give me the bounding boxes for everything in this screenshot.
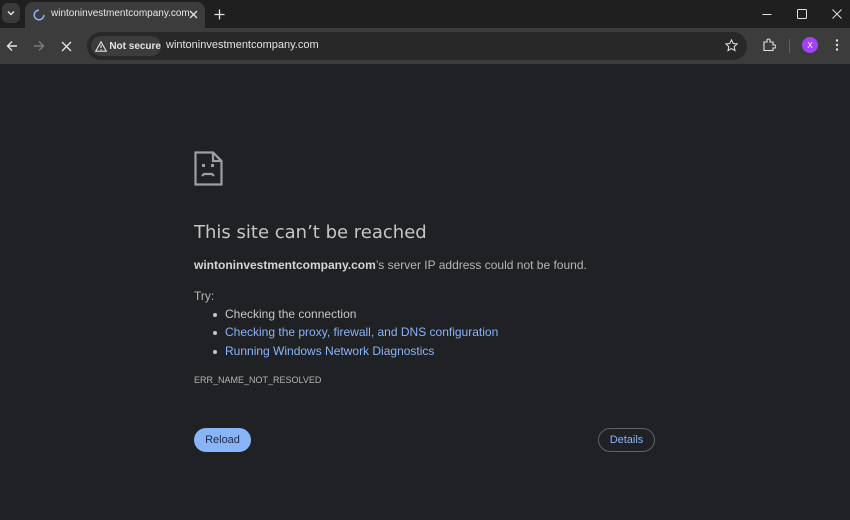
browser-menu-button[interactable] <box>829 36 845 54</box>
maximize-button[interactable] <box>792 4 812 24</box>
tab-search-button[interactable] <box>2 3 20 23</box>
suggestion-item[interactable]: Running Windows Network Diagnostics <box>213 344 434 358</box>
close-icon <box>61 41 71 51</box>
details-button[interactable]: Details <box>598 428 655 452</box>
puzzle-icon <box>763 38 776 52</box>
suggestion-proxy-link[interactable]: Checking the proxy, firewall, and DNS co… <box>225 325 498 339</box>
tab-close-button[interactable] <box>185 6 201 22</box>
try-label: Try: <box>194 289 215 303</box>
new-tab-button[interactable] <box>210 5 228 23</box>
minimize-button[interactable] <box>757 4 777 24</box>
error-heading: This site can’t be reached <box>194 222 427 243</box>
loading-spinner-icon <box>33 9 45 21</box>
close-icon <box>189 10 197 18</box>
suggestion-item: Checking the connection <box>213 307 356 321</box>
address-bar[interactable]: Not secure wintoninvestmentcompany.com <box>87 32 747 60</box>
suggestion-check-connection: Checking the connection <box>225 307 357 321</box>
arrow-left-icon <box>6 41 17 51</box>
extensions-button[interactable] <box>760 36 778 54</box>
arrow-right-icon <box>34 41 45 51</box>
bullet <box>213 349 217 354</box>
sad-file-icon <box>194 151 223 186</box>
more-vert-icon <box>835 39 839 51</box>
star-icon <box>724 38 738 52</box>
bookmark-button[interactable] <box>722 36 740 54</box>
bullet <box>213 312 217 317</box>
suggestion-diagnostics-link[interactable]: Running Windows Network Diagnostics <box>225 344 434 358</box>
suggestion-item[interactable]: Checking the proxy, firewall, and DNS co… <box>213 325 498 339</box>
window-close-button[interactable] <box>827 4 847 24</box>
error-code: ERR_NAME_NOT_RESOLVED <box>194 375 322 385</box>
error-summary: wintoninvestmentcompany.com’s server IP … <box>194 258 587 272</box>
plus-icon <box>214 9 224 19</box>
tab-title: wintoninvestmentcompany.com <box>51 8 190 19</box>
forward-button[interactable] <box>29 36 49 56</box>
error-domain: wintoninvestmentcompany.com <box>194 258 376 272</box>
maximize-icon <box>797 9 807 19</box>
bullet <box>213 330 217 335</box>
security-chip[interactable]: Not secure <box>91 36 161 56</box>
minimize-icon <box>762 14 772 15</box>
profile-avatar[interactable]: X <box>802 37 818 53</box>
url-text[interactable]: wintoninvestmentcompany.com <box>166 39 319 51</box>
close-icon <box>832 9 842 19</box>
tab-strip: wintoninvestmentcompany.com <box>0 0 850 28</box>
error-summary-text: ’s server IP address could not be found. <box>375 258 587 272</box>
security-chip-label: Not secure <box>109 40 161 52</box>
page-content <box>0 64 850 520</box>
toolbar-divider <box>789 39 790 53</box>
reload-button[interactable]: Reload <box>194 428 251 452</box>
warning-icon <box>95 39 108 53</box>
back-button[interactable] <box>2 36 22 56</box>
stop-loading-button[interactable] <box>56 36 76 56</box>
tab-active[interactable]: wintoninvestmentcompany.com <box>25 2 205 28</box>
chevron-down-icon <box>7 10 15 16</box>
